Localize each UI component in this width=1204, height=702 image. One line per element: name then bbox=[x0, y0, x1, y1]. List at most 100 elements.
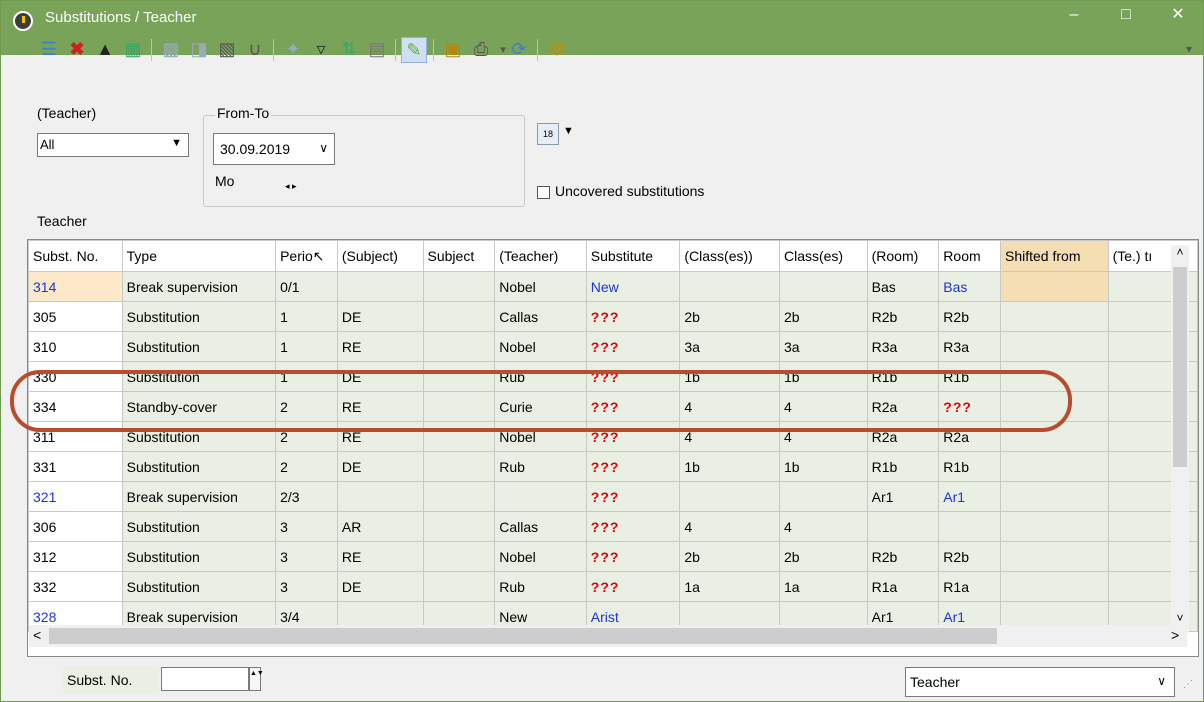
table-cell-shifted[interactable] bbox=[1000, 511, 1109, 542]
column-header[interactable]: Room bbox=[938, 240, 1001, 272]
horizontal-scroll-thumb[interactable] bbox=[49, 628, 997, 644]
table-cell-subst[interactable]: ??? bbox=[585, 301, 681, 332]
table-cell-class-old[interactable]: 1b bbox=[679, 361, 780, 392]
table-cell-teacher[interactable]: Nobel bbox=[494, 541, 587, 572]
vertical-scrollbar[interactable]: ˄ ˅ bbox=[1171, 245, 1189, 633]
column-header[interactable]: (Subject) bbox=[336, 240, 424, 272]
copy-icon[interactable]: ▩ bbox=[159, 37, 183, 61]
toolbar-overflow-icon[interactable]: ▾ bbox=[1177, 37, 1201, 61]
table-cell-class[interactable]: 2b bbox=[778, 541, 868, 572]
table-cell-class[interactable]: 2b bbox=[778, 301, 868, 332]
filter-icon[interactable]: ▿ bbox=[309, 37, 333, 61]
table-cell-no[interactable]: 332 bbox=[28, 571, 123, 602]
table-cell-type[interactable]: Break supervision bbox=[121, 271, 277, 302]
table-cell-subj[interactable] bbox=[422, 361, 496, 392]
table-cell-period[interactable]: 0/1 bbox=[275, 271, 338, 302]
table-cell-shifted[interactable] bbox=[1000, 541, 1109, 572]
table-cell-period[interactable]: 3 bbox=[275, 541, 338, 572]
table-cell-subj-old[interactable]: RE bbox=[336, 541, 424, 572]
table-cell-subj-old[interactable] bbox=[336, 481, 424, 512]
table-cell-shifted[interactable] bbox=[1000, 331, 1109, 362]
table-cell-class-old[interactable]: 1a bbox=[679, 571, 780, 602]
table-cell-subj[interactable] bbox=[422, 451, 496, 482]
table-cell-teacher[interactable]: Rub bbox=[494, 361, 587, 392]
table-cell-room[interactable]: R2b bbox=[938, 541, 1001, 572]
import-icon[interactable]: ◨ bbox=[187, 37, 211, 61]
table-cell-shifted[interactable] bbox=[1000, 451, 1109, 482]
table-cell-subj[interactable] bbox=[422, 391, 496, 422]
uncovered-checkbox[interactable] bbox=[537, 186, 550, 199]
table-cell-room[interactable]: Bas bbox=[938, 271, 1001, 302]
table-cell-period[interactable]: 2 bbox=[275, 391, 338, 422]
table-cell-teacher[interactable]: Callas bbox=[494, 301, 587, 332]
refresh-icon[interactable]: ⟳ bbox=[507, 37, 531, 61]
column-header[interactable]: (Class(es)) bbox=[679, 240, 780, 272]
table-cell-teacher[interactable]: Rub bbox=[494, 571, 587, 602]
lock-icon[interactable]: ▣ bbox=[441, 37, 465, 61]
table-cell-type[interactable]: Substitution bbox=[121, 421, 277, 452]
table-cell-class-old[interactable] bbox=[679, 481, 780, 512]
column-header[interactable]: Subject bbox=[422, 240, 496, 272]
table-cell-class-old[interactable]: 1b bbox=[679, 451, 780, 482]
column-header[interactable]: Class(es) bbox=[778, 240, 868, 272]
table-cell-room-old[interactable] bbox=[866, 511, 940, 542]
table-cell-room[interactable]: R3a bbox=[938, 331, 1001, 362]
table-cell-type[interactable]: Substitution bbox=[121, 451, 277, 482]
minimize-button[interactable]: – bbox=[1051, 1, 1097, 31]
table-row[interactable]: 305 Substitution 1 DE Callas??? 2b 2b R2b R2b bbox=[28, 301, 1198, 332]
table-cell-shifted[interactable] bbox=[1000, 361, 1109, 392]
table-cell-class[interactable]: 3a bbox=[778, 331, 868, 362]
table-cell-teacher[interactable]: Curie bbox=[494, 391, 587, 422]
table-cell-class-old[interactable]: 3a bbox=[679, 331, 780, 362]
table-cell-class-old[interactable]: 2b bbox=[679, 541, 780, 572]
table-cell-subst[interactable]: ??? bbox=[585, 451, 681, 482]
table-cell-type[interactable]: Break supervision bbox=[121, 481, 277, 512]
column-header[interactable]: Subst. No. bbox=[28, 240, 123, 272]
table-cell-subj-old[interactable]: RE bbox=[336, 331, 424, 362]
table-row[interactable]: 334 Standby-cover 2 RE Curie??? 4 4 R2a??? bbox=[28, 391, 1198, 422]
settings-gear-icon[interactable]: ⚙ bbox=[545, 37, 569, 61]
table-cell-subj[interactable] bbox=[422, 301, 496, 332]
table-cell-subj-old[interactable]: AR bbox=[336, 511, 424, 542]
table-cell-room-old[interactable]: R3a bbox=[866, 331, 940, 362]
table-cell-teacher[interactable]: Nobel bbox=[494, 331, 587, 362]
table-cell-no[interactable]: 312 bbox=[28, 541, 123, 572]
table-cell-room-old[interactable]: R2a bbox=[866, 421, 940, 452]
table-cell-shifted[interactable] bbox=[1000, 421, 1109, 452]
scroll-left-icon[interactable]: < bbox=[33, 627, 41, 643]
horizontal-scrollbar[interactable]: < > bbox=[29, 625, 1187, 647]
table-cell-teacher[interactable]: Nobel bbox=[494, 271, 587, 302]
scroll-right-icon[interactable]: > bbox=[1171, 627, 1179, 643]
table-cell-subj[interactable] bbox=[422, 571, 496, 602]
table-cell-class[interactable] bbox=[778, 481, 868, 512]
table-row[interactable]: 332 Substitution 3 DE Rub??? 1a 1a R1a R1a bbox=[28, 571, 1198, 602]
table-cell-class[interactable] bbox=[778, 271, 868, 302]
vertical-scroll-thumb[interactable] bbox=[1173, 267, 1187, 467]
table-cell-subst[interactable]: ??? bbox=[585, 511, 681, 542]
table-cell-subst[interactable]: ??? bbox=[585, 331, 681, 362]
table-cell-subj-old[interactable]: DE bbox=[336, 361, 424, 392]
table-cell-subj-old[interactable]: RE bbox=[336, 421, 424, 452]
table-cell-room[interactable]: R1b bbox=[938, 451, 1001, 482]
table-row[interactable]: 310 Substitution 1 RE Nobel??? 3a 3a R3a R3a bbox=[28, 331, 1198, 362]
table-row[interactable]: 306 Substitution 3 AR Callas??? 4 4 bbox=[28, 511, 1198, 542]
table-cell-room[interactable]: Ar1 bbox=[938, 481, 1001, 512]
table-cell-no[interactable]: 331 bbox=[28, 451, 123, 482]
table-cell-subj-old[interactable]: DE bbox=[336, 451, 424, 482]
table-cell-period[interactable]: 1 bbox=[275, 301, 338, 332]
table-cell-period[interactable]: 3 bbox=[275, 511, 338, 542]
column-header[interactable]: Perio↖ bbox=[275, 240, 338, 272]
table-cell-shifted[interactable] bbox=[1000, 301, 1109, 332]
table-row[interactable]: 331 Substitution 2 DE Rub??? 1b 1b R1b R1b bbox=[28, 451, 1198, 482]
table-cell-class-old[interactable] bbox=[679, 271, 780, 302]
table-cell-room[interactable]: R1a bbox=[938, 571, 1001, 602]
table-cell-subj[interactable] bbox=[422, 271, 496, 302]
table-row[interactable]: 314 Break supervision 0/1 Nobel New Bas Bas bbox=[28, 271, 1198, 302]
table-cell-room-old[interactable]: Bas bbox=[866, 271, 940, 302]
table-cell-no[interactable]: 305 bbox=[28, 301, 123, 332]
table-cell-class-old[interactable]: 2b bbox=[679, 301, 780, 332]
table-cell-type[interactable]: Substitution bbox=[121, 571, 277, 602]
table-cell-shifted[interactable] bbox=[1000, 481, 1109, 512]
table-row[interactable]: 330 Substitution 1 DE Rub??? 1b 1b R1b R1b bbox=[28, 361, 1198, 392]
table-cell-no[interactable]: 310 bbox=[28, 331, 123, 362]
